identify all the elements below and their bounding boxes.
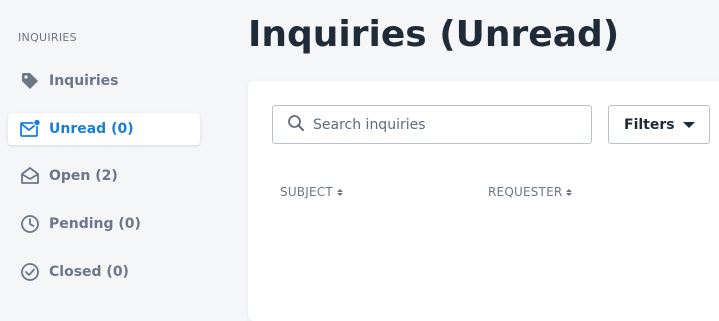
mail-open-icon [19,165,41,187]
sidebar-item-label: Closed (0) [49,264,129,280]
search-input[interactable] [313,116,583,133]
sidebar-item-inquiries[interactable]: Inquiries [8,65,200,97]
search-box[interactable] [272,105,592,144]
sidebar-item-open[interactable]: Open (2) [8,160,200,192]
check-circle-icon [19,261,41,283]
sidebar-item-label: Unread (0) [49,121,134,137]
sidebar-item-label: Inquiries [49,73,119,89]
sidebar: INQUIRIES Inquiries Unread (0) Open (2) … [0,0,222,317]
sort-icon [566,188,573,196]
search-icon [287,114,305,136]
column-header-subject[interactable]: SUBJECT [280,185,343,199]
page-title: Inquiries (Unread) [248,14,620,55]
tag-icon [19,70,41,92]
sidebar-item-label: Open (2) [49,168,118,184]
sidebar-item-pending[interactable]: Pending (0) [8,208,200,240]
sidebar-section-label: INQUIRIES [18,31,77,44]
filters-button[interactable]: Filters [608,105,710,144]
sidebar-item-label: Pending (0) [49,216,141,232]
mail-unread-icon [19,118,41,140]
inquiries-card: Filters SUBJECT REQUESTER [248,81,719,321]
sidebar-item-closed[interactable]: Closed (0) [8,256,200,288]
caret-down-icon [682,121,695,128]
sidebar-item-unread[interactable]: Unread (0) [8,113,200,145]
clock-icon [19,213,41,235]
sort-icon [336,188,343,196]
filters-label: Filters [624,116,675,133]
column-header-requester[interactable]: REQUESTER [488,185,573,199]
